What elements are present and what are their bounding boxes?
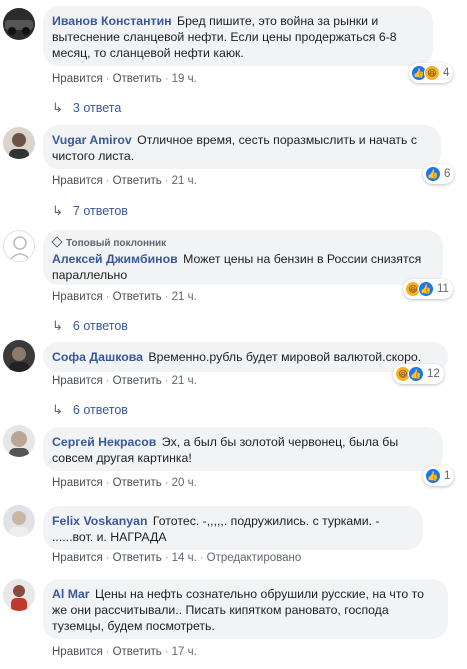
comment-time[interactable]: 21 ч. — [172, 375, 197, 387]
avatar[interactable] — [3, 340, 35, 372]
like-button[interactable]: Нравится — [52, 175, 103, 187]
comment-author[interactable]: Al Mar — [52, 587, 90, 601]
reaction-count: 4 — [443, 67, 450, 79]
comment-actions: Нравится · Ответить · 19 ч. — [52, 73, 197, 85]
reply-arrow-icon: ↳ — [52, 203, 63, 218]
reaction-summary[interactable]: 👍 6 — [423, 164, 455, 184]
comment-bubble: Felix Voskanyan Гототес. -,,,,,. подружи… — [43, 506, 423, 550]
like-reaction-icon: 👍 — [418, 281, 434, 297]
comment: Felix Voskanyan Гототес. -,,,,,. подружи… — [0, 500, 467, 575]
reply-button[interactable]: Ответить — [113, 73, 162, 85]
comment: Vugar Amirov Отличное время, сесть пораз… — [0, 120, 467, 230]
replies-link[interactable]: ↳ 7 ответов — [52, 203, 128, 219]
reply-button[interactable]: Ответить — [113, 477, 162, 489]
comment-bubble: Сергей Некрасов Эх, а был бы золотой чер… — [43, 427, 443, 471]
avatar[interactable] — [3, 8, 35, 40]
haha-reaction-icon: 😆 — [424, 65, 440, 81]
top-fan-badge: Топовый поклонник — [51, 236, 433, 250]
comment: Иванов Константин Бред пишите, это война… — [0, 0, 467, 120]
comment-bubble: Топовый поклонник Алексей Джимбинов Може… — [43, 230, 443, 285]
avatar[interactable] — [3, 505, 35, 537]
reaction-count: 12 — [427, 368, 440, 380]
replies-link[interactable]: ↳ 6 ответов — [52, 402, 128, 418]
comment-bubble: Иванов Константин Бред пишите, это война… — [43, 6, 433, 66]
reply-arrow-icon: ↳ — [52, 318, 63, 333]
reply-button[interactable]: Ответить — [113, 175, 162, 187]
comment-text: Цены на нефть сознательно обрушили русск… — [52, 587, 424, 633]
reply-arrow-icon: ↳ — [52, 100, 63, 115]
like-button[interactable]: Нравится — [52, 291, 103, 303]
comment: Топовый поклонник Алексей Джимбинов Може… — [0, 230, 467, 340]
comment-time[interactable]: 17 ч. — [172, 646, 197, 658]
reply-arrow-icon: ↳ — [52, 402, 63, 417]
avatar[interactable] — [3, 579, 35, 611]
like-button[interactable]: Нравится — [52, 477, 103, 489]
reaction-count: 1 — [444, 470, 451, 482]
reaction-count: 11 — [437, 283, 449, 295]
like-reaction-icon: 👍 — [408, 366, 424, 382]
reaction-summary[interactable]: 😆 👍 11 — [403, 279, 453, 299]
reply-button[interactable]: Ответить — [113, 552, 162, 564]
like-button[interactable]: Нравится — [52, 73, 103, 85]
comment-time[interactable]: 20 ч. — [172, 477, 197, 489]
comment-author[interactable]: Felix Voskanyan — [52, 514, 147, 528]
comment-actions: Нравится · Ответить · 14 ч. · Отредактировано — [52, 552, 302, 564]
comment-author[interactable]: Алексей Джимбинов — [52, 252, 178, 266]
edited-label[interactable]: Отредактировано — [207, 552, 302, 564]
comment-bubble: Al Mar Цены на нефть сознательно обрушил… — [43, 579, 448, 639]
comment-bubble: Vugar Amirov Отличное время, сесть пораз… — [43, 125, 441, 169]
comment: Сергей Некрасов Эх, а был бы золотой чер… — [0, 425, 467, 500]
reply-button[interactable]: Ответить — [113, 375, 162, 387]
comment: Al Mar Цены на нефть сознательно обрушил… — [0, 575, 467, 669]
reaction-summary[interactable]: 👍 😆 4 — [409, 63, 454, 83]
reaction-summary[interactable]: 👍 1 — [423, 466, 455, 486]
reply-button[interactable]: Ответить — [113, 646, 162, 658]
comment-actions: Нравится · Ответить · 21 ч. — [52, 291, 197, 303]
replies-count[interactable]: 3 ответа — [73, 101, 121, 115]
diamond-icon — [51, 236, 63, 248]
replies-count[interactable]: 7 ответов — [73, 204, 128, 218]
comment-text: Временно.рубль будет мировой валютой.ско… — [148, 350, 422, 364]
comment-actions: Нравится · Ответить · 20 ч. — [52, 477, 197, 489]
avatar[interactable] — [3, 230, 35, 262]
replies-count[interactable]: 6 ответов — [73, 403, 128, 417]
like-reaction-icon: 👍 — [425, 468, 441, 484]
like-reaction-icon: 👍 — [425, 166, 441, 182]
like-button[interactable]: Нравится — [52, 375, 103, 387]
avatar[interactable] — [3, 127, 35, 159]
reply-button[interactable]: Ответить — [113, 291, 162, 303]
like-button[interactable]: Нравится — [52, 646, 103, 658]
replies-link[interactable]: ↳ 6 ответов — [52, 318, 128, 334]
replies-link[interactable]: ↳ 3 ответа — [52, 100, 121, 116]
like-button[interactable]: Нравится — [52, 552, 103, 564]
comment-actions: Нравится · Ответить · 21 ч. — [52, 375, 197, 387]
comment-time[interactable]: 21 ч. — [172, 175, 197, 187]
comment: Софа Дашкова Временно.рубль будет мирово… — [0, 340, 467, 425]
reaction-count: 6 — [444, 168, 451, 180]
avatar[interactable] — [3, 425, 35, 457]
comment-actions: Нравится · Ответить · 17 ч. — [52, 646, 197, 658]
comment-bubble: Софа Дашкова Временно.рубль будет мирово… — [43, 342, 448, 372]
reaction-summary[interactable]: 😆 👍 12 — [393, 364, 444, 384]
comment-time[interactable]: 21 ч. — [172, 291, 197, 303]
comment-time[interactable]: 19 ч. — [172, 73, 197, 85]
comment-author[interactable]: Vugar Amirov — [52, 133, 132, 147]
comment-author[interactable]: Сергей Некрасов — [52, 435, 156, 449]
replies-count[interactable]: 6 ответов — [73, 319, 128, 333]
comment-author[interactable]: Иванов Константин — [52, 14, 172, 28]
comment-actions: Нравится · Ответить · 21 ч. — [52, 175, 197, 187]
comment-author[interactable]: Софа Дашкова — [52, 350, 143, 364]
comment-time[interactable]: 14 ч. — [172, 552, 197, 564]
